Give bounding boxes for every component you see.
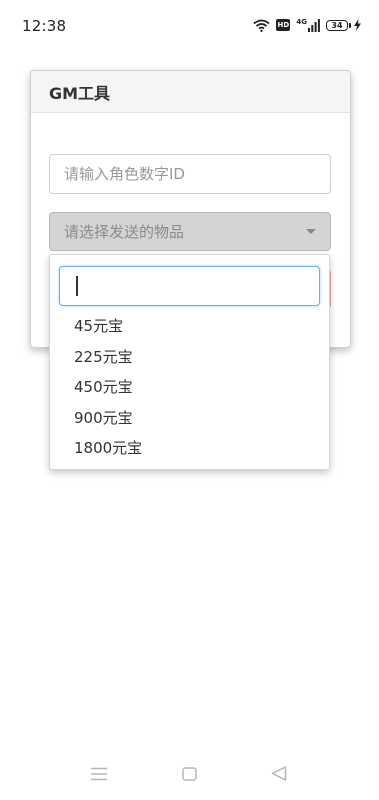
dropdown-option[interactable]: 1800元宝	[74, 437, 142, 459]
caret-down-icon	[306, 229, 316, 234]
status-bar: 12:38 HD 4G 34	[0, 0, 379, 52]
dropdown-option[interactable]: 450元宝	[74, 376, 133, 398]
battery-level: 34	[331, 20, 343, 30]
dialog-title: GM工具	[49, 83, 111, 103]
navigation-bar	[0, 750, 379, 800]
home-icon[interactable]	[182, 766, 197, 785]
item-select[interactable]: 请选择发送的物品	[49, 212, 331, 251]
dropdown-option[interactable]: 45元宝	[74, 315, 123, 337]
battery-icon: 34	[326, 19, 351, 31]
role-id-input[interactable]	[49, 154, 331, 194]
screen: 12:38 HD 4G 34 GM工具 请输入角色数字ID 请选择发送的物品 4…	[0, 0, 379, 800]
network-type-label: 4G	[296, 17, 307, 26]
dropdown-search-input[interactable]	[59, 266, 320, 306]
item-dropdown: 45元宝 225元宝 450元宝 900元宝 1800元宝	[49, 254, 330, 470]
wifi-icon	[253, 19, 270, 32]
item-select-placeholder: 请选择发送的物品	[64, 223, 185, 241]
dropdown-option[interactable]: 225元宝	[74, 346, 133, 368]
back-icon[interactable]	[271, 766, 287, 785]
status-time: 12:38	[22, 17, 67, 35]
dialog-header: GM工具	[31, 71, 350, 113]
hd-icon: HD	[276, 19, 291, 31]
dropdown-option[interactable]: 900元宝	[74, 407, 133, 429]
charging-icon	[354, 19, 361, 31]
signal-icon: 4G	[296, 17, 320, 32]
text-cursor	[76, 276, 78, 296]
status-icons: HD 4G 34	[253, 16, 361, 34]
menu-icon[interactable]	[91, 766, 107, 785]
